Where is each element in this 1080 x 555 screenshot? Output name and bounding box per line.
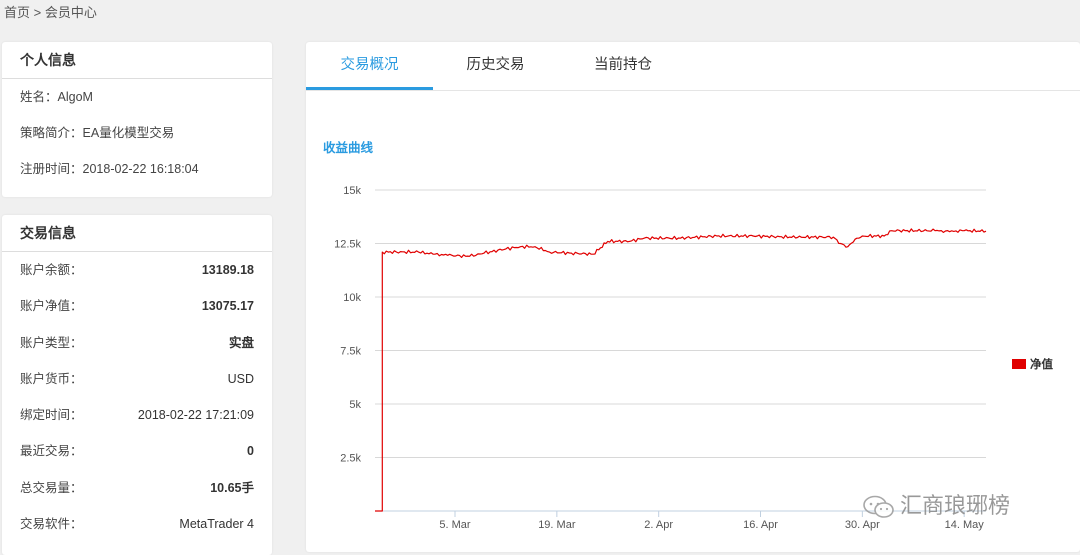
account-type-row: 账户类型： 实盘 <box>2 325 272 361</box>
register-time-row: 注册时间：2018-02-22 16:18:04 <box>2 151 272 187</box>
legend-label: 净值 <box>1030 359 1053 371</box>
wechat-icon <box>863 495 894 518</box>
software-label: 交易软件： <box>20 517 83 532</box>
recent-trade-label: 最近交易： <box>20 444 83 459</box>
name-label: 姓名： <box>20 90 58 104</box>
strategy-row: 策略简介：EA量化模型交易 <box>2 115 272 151</box>
legend-swatch <box>1012 358 1026 369</box>
personal-info-title: 个人信息 <box>2 42 272 79</box>
y-tick-label: 2.5k <box>340 453 361 465</box>
total-volume-label: 总交易量： <box>20 480 83 495</box>
name-row: 姓名：AlgoM <box>2 79 272 115</box>
y-tick-label: 15k <box>343 185 361 197</box>
balance-row: 账户余额： 13189.18 <box>2 252 272 288</box>
strategy-value: EA量化模型交易 <box>82 126 175 140</box>
x-tick-label: 14. May <box>945 519 985 531</box>
software-value: MetaTrader 4 <box>179 517 254 532</box>
equity-label: 账户净值： <box>20 299 83 314</box>
x-tick-label: 5. Mar <box>439 519 471 531</box>
main-panel: 交易概况 历史交易 当前持仓 收益曲线 2.5k 5k 7.5k 10k 12.5k 15… <box>306 42 1080 552</box>
y-tick-label: 5k <box>349 399 361 411</box>
balance-label: 账户余额： <box>20 263 83 277</box>
bind-time-row: 绑定时间： 2018-02-22 17:21:09 <box>2 397 272 433</box>
register-time-label: 注册时间： <box>20 162 83 176</box>
total-volume-row: 总交易量： 10.65手 <box>2 470 272 506</box>
account-type-value: 实盘 <box>228 335 254 350</box>
equity-value: 13075.17 <box>201 299 254 314</box>
total-volume-value: 10.65手 <box>210 480 254 495</box>
bind-time-value: 2018-02-22 17:21:09 <box>137 408 254 423</box>
currency-value: USD <box>227 371 254 386</box>
breadcrumb: 首页 > 会员中心 <box>4 5 97 20</box>
strategy-label: 策略简介： <box>20 126 83 140</box>
watermark: 汇商琅琊榜 <box>862 488 1010 520</box>
y-tick-label: 7.5k <box>340 346 361 358</box>
trade-info-card: 交易信息 账户余额： 13189.18 账户净值： 13075.17 账户类型：… <box>2 215 272 555</box>
bind-time-label: 绑定时间： <box>20 408 83 423</box>
currency-label: 账户货币： <box>20 371 83 386</box>
trade-info-title: 交易信息 <box>2 215 272 252</box>
watermark-text: 汇商琅琊榜 <box>900 493 1011 518</box>
equity-series-line <box>375 228 987 512</box>
personal-info-card: 个人信息 姓名：AlgoM 策略简介：EA量化模型交易 注册时间：2018-02… <box>2 42 272 197</box>
recent-trade-row: 最近交易： 0 <box>2 433 272 469</box>
x-tick-label: 30. Apr <box>845 519 880 531</box>
name-value: AlgoM <box>57 90 93 104</box>
equity-row: 账户净值： 13075.17 <box>2 288 272 324</box>
equity-chart: 2.5k 5k 7.5k 10k 12.5k 15k 5. Mar 19. Mar 2. Apr… <box>334 185 987 531</box>
register-time-value: 2018-02-22 16:18:04 <box>82 162 199 176</box>
account-type-label: 账户类型： <box>20 335 83 350</box>
y-tick-label: 12.5k <box>334 239 361 251</box>
currency-row: 账户货币： USD <box>2 361 272 397</box>
x-tick-label: 19. Mar <box>538 519 576 531</box>
x-tick-label: 2. Apr <box>644 519 673 531</box>
x-tick-label: 16. Apr <box>743 519 778 531</box>
balance-value: 13189.18 <box>201 263 254 277</box>
recent-trade-value: 0 <box>247 444 254 459</box>
chart-legend[interactable]: 净值 <box>1012 358 1053 372</box>
software-row: 交易软件： MetaTrader 4 <box>2 506 272 542</box>
y-tick-label: 10k <box>343 292 361 304</box>
